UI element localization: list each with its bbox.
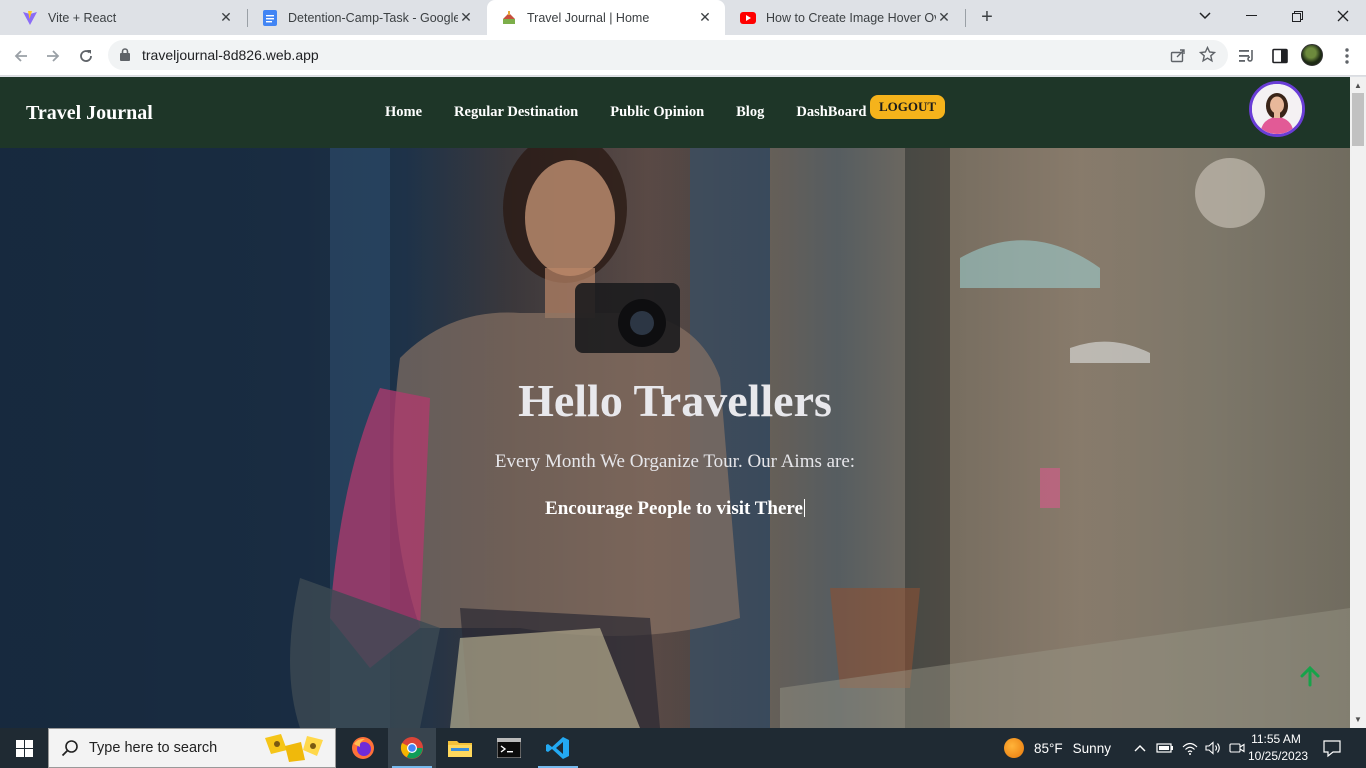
nav-link-dashboard[interactable]: DashBoard [796, 104, 866, 121]
travel-journal-favicon [501, 10, 517, 26]
taskbar-vscode-icon[interactable] [534, 728, 582, 768]
hero-banner: Hello Travellers Every Month We Organize… [0, 148, 1350, 728]
taskbar-chrome-icon[interactable] [388, 728, 436, 768]
tab-title: Vite + React [48, 10, 117, 25]
weather-condition: Sunny [1072, 740, 1111, 756]
reading-list-icon[interactable] [1237, 45, 1259, 67]
nav-links: Home Regular Destination Public Opinion … [385, 104, 866, 121]
user-avatar[interactable] [1249, 81, 1305, 137]
tab-divider [965, 9, 966, 27]
meet-now-icon[interactable] [1228, 728, 1246, 768]
taskbar-file-explorer-icon[interactable] [436, 728, 484, 768]
volume-icon[interactable] [1204, 728, 1222, 768]
tab-youtube-video[interactable]: How to Create Image Hover Ove ✕ [726, 0, 964, 35]
taskbar-clock[interactable]: 11:55 AM 10/25/2023 [1248, 731, 1309, 765]
weather-temperature: 85°F [1034, 740, 1063, 756]
clock-time: 11:55 AM [1251, 732, 1301, 746]
taskbar-terminal-icon[interactable] [485, 728, 533, 768]
close-tab-icon[interactable]: ✕ [458, 9, 474, 26]
page-viewport: Travel Journal Home Regular Destination … [0, 77, 1350, 728]
tab-vite-react[interactable]: Vite + React ✕ [8, 0, 246, 35]
show-hidden-icons-chevron-icon[interactable] [1132, 728, 1148, 768]
youtube-icon [740, 10, 756, 26]
close-tab-icon[interactable]: ✕ [218, 9, 234, 26]
bookmark-star-icon[interactable] [1198, 45, 1217, 68]
windows-start-icon[interactable] [0, 728, 48, 768]
close-window-icon[interactable] [1320, 0, 1366, 32]
restore-window-icon[interactable] [1274, 0, 1320, 32]
tab-detention-camp-task[interactable]: Detention-Camp-Task - Google D ✕ [248, 0, 486, 35]
new-tab-button[interactable]: + [976, 6, 998, 28]
scroll-up-arrow-icon[interactable]: ▲ [1353, 80, 1363, 90]
tab-title: Travel Journal | Home [527, 10, 650, 25]
search-icon [61, 739, 79, 762]
url-text: traveljournal-8d826.web.app [142, 47, 319, 63]
close-tab-icon[interactable]: ✕ [697, 9, 713, 26]
browser-tab-strip: Vite + React ✕ Detention-Camp-Task - Goo… [0, 0, 1366, 35]
nav-link-home[interactable]: Home [385, 104, 422, 121]
nav-link-regular-destination[interactable]: Regular Destination [454, 104, 578, 121]
windows-taskbar: Type here to search 85°F Sunny 11:55 AM [0, 728, 1366, 768]
clock-date: 10/25/2023 [1248, 749, 1309, 763]
browser-toolbar: traveljournal-8d826.web.app [0, 35, 1366, 76]
browser-menu-icon[interactable] [1336, 45, 1358, 67]
site-navbar: Travel Journal Home Regular Destination … [0, 77, 1350, 148]
logout-button[interactable]: LOGOUT [870, 95, 946, 119]
typewriter-text: Encourage People to visit There [545, 498, 803, 519]
minimize-window-icon[interactable] [1228, 0, 1274, 32]
scrollbar-thumb[interactable] [1352, 93, 1364, 146]
site-brand[interactable]: Travel Journal [26, 102, 153, 125]
forward-arrow-icon[interactable] [40, 43, 66, 69]
scroll-down-arrow-icon[interactable]: ▼ [1353, 714, 1363, 724]
typewriter-caret [803, 499, 805, 517]
search-highlight-illustration-icon[interactable] [261, 732, 333, 768]
tab-travel-journal[interactable]: Travel Journal | Home ✕ [487, 0, 725, 35]
taskbar-search-box[interactable]: Type here to search [48, 728, 336, 768]
tab-search-chevron-icon[interactable] [1182, 0, 1228, 32]
notifications-icon[interactable] [1322, 738, 1342, 763]
back-arrow-icon[interactable] [8, 43, 34, 69]
hero-background-photo [0, 148, 1350, 728]
battery-icon[interactable] [1156, 728, 1174, 768]
page-scrollbar[interactable]: ▲ ▼ [1350, 77, 1366, 728]
tab-title: How to Create Image Hover Ove [766, 10, 936, 25]
scroll-to-top-arrow-icon[interactable] [1298, 664, 1322, 688]
side-panel-icon[interactable] [1269, 45, 1291, 67]
hero-typewriter-line: Encourage People to visit There [0, 498, 1350, 520]
tab-title: Detention-Camp-Task - Google D [288, 10, 458, 25]
nav-link-public-opinion[interactable]: Public Opinion [610, 104, 704, 121]
share-icon[interactable] [1170, 47, 1186, 68]
search-placeholder: Type here to search [89, 740, 218, 756]
hero-subtitle: Every Month We Organize Tour. Our Aims a… [494, 451, 856, 472]
taskbar-firefox-icon[interactable] [339, 728, 387, 768]
google-docs-icon [262, 9, 278, 26]
vite-icon [22, 10, 38, 26]
hero-title: Hello Travellers [518, 375, 832, 426]
wifi-icon[interactable] [1181, 728, 1199, 768]
close-tab-icon[interactable]: ✕ [936, 9, 952, 26]
address-bar[interactable]: traveljournal-8d826.web.app [108, 40, 1228, 70]
browser-profile-avatar[interactable] [1301, 44, 1323, 66]
weather-widget[interactable]: 85°F Sunny [1004, 728, 1111, 768]
reload-icon[interactable] [73, 43, 99, 69]
lock-icon[interactable] [120, 48, 130, 66]
sunny-weather-icon [1004, 738, 1024, 758]
nav-link-blog[interactable]: Blog [736, 104, 764, 121]
